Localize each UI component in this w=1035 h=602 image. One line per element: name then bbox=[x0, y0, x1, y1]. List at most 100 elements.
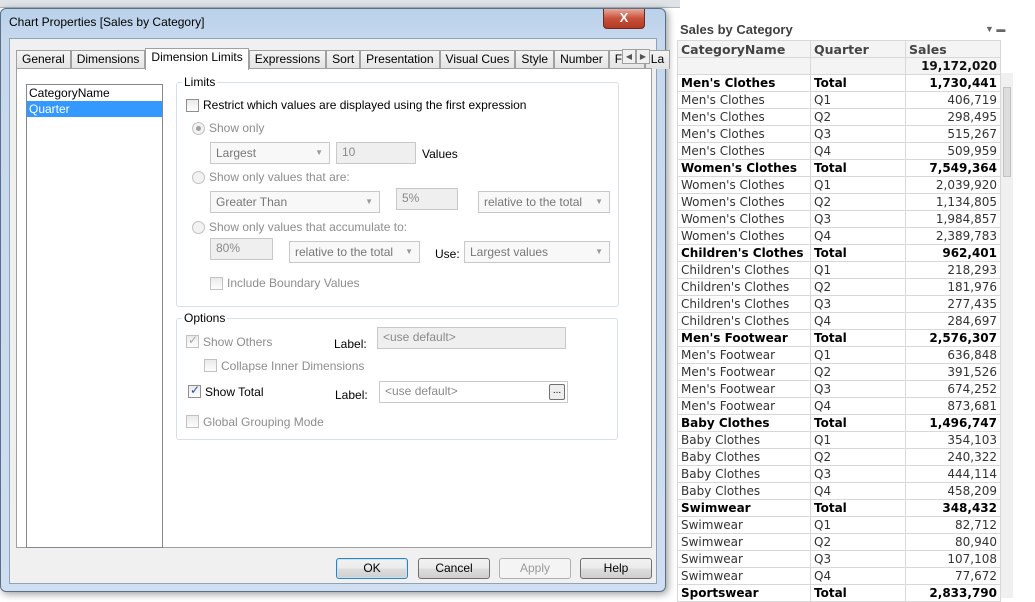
relative-select-2[interactable]: relative to the total ▼ bbox=[289, 241, 420, 263]
quarter-cell[interactable]: Q1 bbox=[810, 176, 906, 194]
accumulate-radio[interactable] bbox=[192, 221, 205, 234]
tab-scroll-left-icon[interactable]: ◀ bbox=[622, 49, 636, 64]
category-cell[interactable]: Women's Clothes bbox=[677, 176, 811, 194]
accumulate-percent-input[interactable]: 80% bbox=[210, 238, 273, 260]
quarter-cell[interactable]: Q3 bbox=[810, 550, 906, 568]
quarter-cell[interactable]: Total bbox=[810, 584, 906, 602]
quarter-cell[interactable]: Total bbox=[810, 414, 906, 432]
header-categoryname[interactable]: CategoryName bbox=[677, 40, 811, 58]
global-grouping-checkbox[interactable] bbox=[186, 415, 199, 428]
tab-sort[interactable]: Sort bbox=[326, 50, 361, 69]
quarter-cell[interactable]: Q3 bbox=[810, 210, 906, 228]
quarter-cell[interactable]: Q2 bbox=[810, 448, 906, 466]
category-cell[interactable]: Children's Clothes bbox=[677, 295, 811, 313]
dimension-list[interactable]: CategoryName Quarter bbox=[26, 84, 163, 548]
quarter-cell[interactable]: Q2 bbox=[810, 363, 906, 381]
cancel-button[interactable]: Cancel bbox=[418, 558, 490, 579]
quarter-cell[interactable]: Q1 bbox=[810, 261, 906, 279]
show-only-radio[interactable] bbox=[192, 122, 205, 135]
show-only-count-input[interactable]: 10 bbox=[336, 142, 416, 164]
quarter-cell[interactable]: Q3 bbox=[810, 465, 906, 483]
quarter-cell[interactable]: Total bbox=[810, 244, 906, 262]
sheet-menu-icon[interactable]: ▼ ▬ bbox=[985, 24, 1005, 34]
category-cell[interactable]: Men's Clothes bbox=[677, 74, 811, 92]
restrict-checkbox[interactable] bbox=[186, 99, 199, 112]
quarter-cell[interactable]: Total bbox=[810, 329, 906, 347]
category-cell[interactable]: Swimwear bbox=[677, 567, 811, 585]
quarter-cell[interactable]: Q4 bbox=[810, 142, 906, 160]
show-values-that-are-radio[interactable] bbox=[192, 171, 205, 184]
category-cell[interactable]: Men's Footwear bbox=[677, 329, 811, 347]
tab-style[interactable]: Style bbox=[515, 50, 555, 69]
comparison-select[interactable]: Greater Than ▼ bbox=[210, 191, 380, 213]
category-cell[interactable]: Men's Footwear bbox=[677, 363, 811, 381]
relative-select-1[interactable]: relative to the total ▼ bbox=[478, 191, 610, 213]
category-cell[interactable]: Men's Clothes bbox=[677, 91, 811, 109]
show-others-checkbox[interactable]: ✓ bbox=[186, 333, 199, 348]
collapse-inner-checkbox[interactable] bbox=[204, 359, 217, 372]
ellipsis-button[interactable]: ... bbox=[549, 384, 565, 400]
category-cell[interactable]: Children's Clothes bbox=[677, 261, 811, 279]
category-cell[interactable]: Swimwear bbox=[677, 533, 811, 551]
show-total-checkbox[interactable]: ✓ bbox=[188, 383, 201, 398]
category-cell[interactable]: Swimwear bbox=[677, 516, 811, 534]
category-cell[interactable]: Baby Clothes bbox=[677, 465, 811, 483]
quarter-cell[interactable]: Q1 bbox=[810, 91, 906, 109]
header-sales[interactable]: Sales bbox=[905, 40, 1001, 58]
category-cell[interactable]: Women's Clothes bbox=[677, 159, 811, 177]
category-cell[interactable]: Swimwear bbox=[677, 499, 811, 517]
tab-expressions[interactable]: Expressions bbox=[248, 50, 327, 69]
category-cell[interactable]: Men's Footwear bbox=[677, 346, 811, 364]
category-cell[interactable]: Men's Footwear bbox=[677, 380, 811, 398]
category-cell[interactable]: Baby Clothes bbox=[677, 414, 811, 432]
quarter-cell[interactable]: Q2 bbox=[810, 533, 906, 551]
others-label-input[interactable]: <use default> bbox=[377, 327, 566, 349]
quarter-cell[interactable]: Q4 bbox=[810, 482, 906, 500]
category-cell[interactable]: Men's Clothes bbox=[677, 125, 811, 143]
close-button[interactable]: X bbox=[603, 9, 645, 29]
scrollbar-thumb[interactable] bbox=[1003, 87, 1011, 177]
show-only-mode-select[interactable]: Largest ▼ bbox=[210, 142, 330, 164]
quarter-cell[interactable]: Q1 bbox=[810, 346, 906, 364]
tab-presentation[interactable]: Presentation bbox=[360, 50, 440, 69]
quarter-cell[interactable]: Q2 bbox=[810, 108, 906, 126]
quarter-cell[interactable]: Q3 bbox=[810, 295, 906, 313]
category-cell[interactable]: Baby Clothes bbox=[677, 448, 811, 466]
category-cell[interactable]: Women's Clothes bbox=[677, 193, 811, 211]
percent-input[interactable]: 5% bbox=[396, 188, 458, 210]
quarter-cell[interactable]: Total bbox=[810, 499, 906, 517]
tab-number[interactable]: Number bbox=[554, 50, 609, 69]
category-cell[interactable]: Women's Clothes bbox=[677, 210, 811, 228]
quarter-cell[interactable]: Q4 bbox=[810, 397, 906, 415]
category-cell[interactable]: Baby Clothes bbox=[677, 431, 811, 449]
use-select[interactable]: Largest values ▼ bbox=[464, 241, 610, 263]
category-cell[interactable]: Children's Clothes bbox=[677, 278, 811, 296]
quarter-cell[interactable]: Q2 bbox=[810, 278, 906, 296]
tab-scroll-right-icon[interactable]: ▶ bbox=[636, 49, 650, 64]
tab-dimension-limits[interactable]: Dimension Limits bbox=[145, 48, 249, 70]
quarter-cell[interactable]: Q3 bbox=[810, 125, 906, 143]
quarter-cell[interactable]: Q1 bbox=[810, 516, 906, 534]
quarter-cell[interactable]: Total bbox=[810, 159, 906, 177]
category-cell[interactable]: Sportswear bbox=[677, 584, 811, 602]
tab-general[interactable]: General bbox=[16, 50, 71, 69]
quarter-cell[interactable]: Q3 bbox=[810, 380, 906, 398]
quarter-cell[interactable]: Q4 bbox=[810, 312, 906, 330]
dimension-item-quarter[interactable]: Quarter bbox=[27, 101, 162, 117]
quarter-cell[interactable]: Q1 bbox=[810, 431, 906, 449]
ok-button[interactable]: OK bbox=[336, 558, 408, 579]
category-cell[interactable]: Men's Footwear bbox=[677, 397, 811, 415]
help-button[interactable]: Help bbox=[580, 558, 652, 579]
category-cell[interactable]: Children's Clothes bbox=[677, 244, 811, 262]
dimension-item-categoryname[interactable]: CategoryName bbox=[27, 85, 162, 101]
category-cell[interactable]: Baby Clothes bbox=[677, 482, 811, 500]
quarter-cell[interactable]: Q2 bbox=[810, 193, 906, 211]
tab-dimensions[interactable]: Dimensions bbox=[70, 50, 146, 69]
quarter-cell[interactable]: Q4 bbox=[810, 227, 906, 245]
category-cell[interactable]: Men's Clothes bbox=[677, 142, 811, 160]
quarter-cell[interactable]: Q4 bbox=[810, 567, 906, 585]
total-label-input[interactable]: <use default> bbox=[379, 381, 568, 403]
category-cell[interactable]: Women's Clothes bbox=[677, 227, 811, 245]
quarter-cell[interactable]: Total bbox=[810, 74, 906, 92]
category-cell[interactable]: Children's Clothes bbox=[677, 312, 811, 330]
